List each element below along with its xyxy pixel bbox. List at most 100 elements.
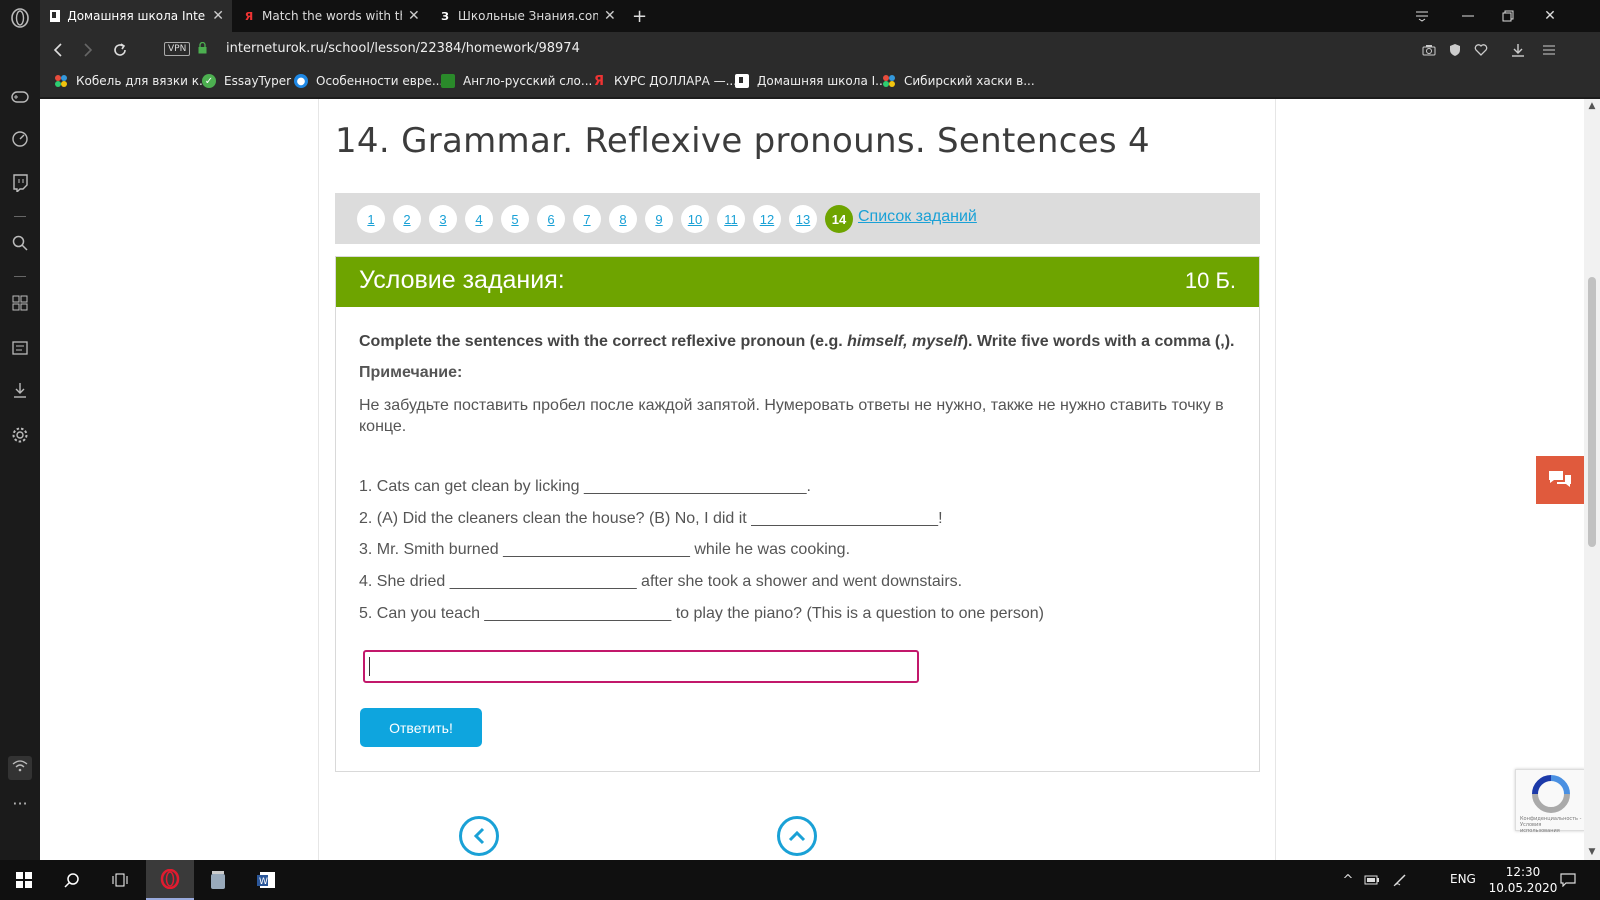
new-tab-button[interactable]: + bbox=[624, 0, 654, 32]
speed-dial-icon[interactable] bbox=[8, 130, 32, 154]
twitch-icon[interactable] bbox=[8, 174, 32, 198]
notifications-icon[interactable] bbox=[1558, 870, 1578, 890]
clock[interactable]: 12:30 10.05.2020 bbox=[1488, 864, 1558, 896]
chat-bubbles-icon bbox=[1549, 471, 1571, 487]
bookmark-label: Особенности евре... bbox=[316, 74, 444, 88]
word-icon[interactable]: W bbox=[242, 860, 290, 900]
forward-icon[interactable] bbox=[76, 38, 100, 62]
chat-button[interactable] bbox=[1536, 456, 1584, 504]
opera-taskbar-icon[interactable] bbox=[146, 860, 194, 900]
lesson-content: 14. Grammar. Reflexive pronouns. Sentenc… bbox=[318, 99, 1276, 860]
close-icon[interactable]: ✕ bbox=[212, 8, 224, 24]
submit-button[interactable]: Ответить! bbox=[360, 708, 482, 747]
minimize-icon[interactable] bbox=[1451, 0, 1485, 32]
bookmark-item[interactable]: Англо-русский сло... bbox=[441, 74, 592, 88]
gamepad-icon[interactable] bbox=[8, 87, 32, 111]
recaptcha-icon bbox=[1532, 775, 1570, 813]
page-link[interactable]: 3 bbox=[429, 205, 457, 233]
opera-logo-icon[interactable] bbox=[8, 8, 32, 32]
news-icon[interactable] bbox=[8, 338, 32, 362]
answer-input[interactable] bbox=[363, 650, 919, 683]
page-link[interactable]: 10 bbox=[681, 205, 709, 233]
task-view-icon[interactable] bbox=[96, 860, 144, 900]
page-link[interactable]: 9 bbox=[645, 205, 673, 233]
language-indicator[interactable]: ENG bbox=[1450, 872, 1476, 886]
sentence: 1. Cats can get clean by licking _______… bbox=[359, 478, 811, 495]
url-field[interactable]: interneturok.ru/school/lesson/22384/home… bbox=[226, 41, 580, 56]
browser-sidebar: ··· bbox=[0, 0, 40, 860]
recaptcha-badge[interactable]: Конфиденциальность - Условия использован… bbox=[1515, 769, 1584, 834]
downloads-icon[interactable] bbox=[8, 381, 32, 405]
grid-icon[interactable] bbox=[8, 294, 32, 318]
text-caret bbox=[369, 657, 370, 676]
bookmark-label: Домашняя школа I... bbox=[757, 74, 887, 88]
bookmark-item[interactable]: Домашняя школа I... bbox=[735, 74, 887, 88]
close-window-icon[interactable]: ✕ bbox=[1533, 0, 1567, 32]
page-link[interactable]: 7 bbox=[573, 205, 601, 233]
pen-icon[interactable] bbox=[1390, 870, 1410, 890]
svg-text:W: W bbox=[259, 877, 268, 887]
bookmark-item[interactable]: Я КУРС ДОЛЛАРА —... bbox=[592, 74, 737, 89]
wifi-icon[interactable] bbox=[8, 756, 32, 780]
adblock-shield-icon[interactable] bbox=[1443, 38, 1467, 62]
page-link[interactable]: 11 bbox=[717, 205, 745, 233]
task-list-link[interactable]: Список заданий bbox=[858, 208, 977, 226]
reload-icon[interactable] bbox=[108, 38, 132, 62]
page-link[interactable]: 13 bbox=[789, 205, 817, 233]
tab-znania[interactable]: З Школьные Знания.com - По ✕ bbox=[430, 0, 624, 32]
page-scrollbar[interactable]: ▲ ▼ bbox=[1584, 99, 1600, 860]
vpn-badge[interactable]: VPN bbox=[164, 42, 191, 56]
tab-match-words[interactable]: Я Match the words with the te ✕ bbox=[234, 0, 428, 32]
prev-arrow-icon[interactable] bbox=[459, 816, 499, 856]
dots-icon bbox=[882, 74, 896, 88]
tab-interneturok[interactable]: Домашняя школа InternetUrok ✕ bbox=[40, 0, 232, 32]
page-link[interactable]: 4 bbox=[465, 205, 493, 233]
tray-chevron-icon[interactable]: ^ bbox=[1338, 870, 1358, 890]
bookmarks-bar: Кобель для вязки к... ✓ EssayTyper ● Осо… bbox=[40, 68, 1600, 98]
page-link[interactable]: 1 bbox=[357, 205, 385, 233]
page-link[interactable]: 8 bbox=[609, 205, 637, 233]
scroll-thumb[interactable] bbox=[1588, 277, 1596, 547]
page-link[interactable]: 6 bbox=[537, 205, 565, 233]
search-icon[interactable] bbox=[8, 234, 32, 258]
task-points: 10 Б. bbox=[1184, 268, 1236, 293]
download-icon[interactable] bbox=[1506, 38, 1530, 62]
square-icon bbox=[441, 74, 455, 88]
task-header-title: Условие задания: bbox=[359, 266, 565, 294]
sentence: 5. Can you teach _____________________ t… bbox=[359, 605, 1044, 622]
more-dots-icon[interactable]: ··· bbox=[8, 792, 32, 816]
app-jar-icon[interactable] bbox=[194, 860, 242, 900]
battery-icon[interactable] bbox=[1362, 870, 1382, 890]
camera-icon[interactable] bbox=[1417, 38, 1441, 62]
bookmark-item[interactable]: Кобель для вязки к... bbox=[54, 74, 210, 88]
back-icon[interactable] bbox=[46, 38, 70, 62]
close-icon[interactable]: ✕ bbox=[408, 8, 420, 24]
search-icon[interactable] bbox=[48, 860, 96, 900]
easy-setup-icon[interactable] bbox=[1537, 38, 1561, 62]
page-viewport: 14. Grammar. Reflexive pronouns. Sentenc… bbox=[40, 99, 1584, 860]
task-box: Условие задания: 10 Б. Complete the sent… bbox=[335, 256, 1260, 772]
bookmark-item[interactable]: ● Особенности евре... bbox=[294, 74, 443, 88]
bookmark-item[interactable]: ✓ EssayTyper bbox=[202, 74, 291, 88]
bookmark-item[interactable]: Сибирский хаски в... bbox=[882, 74, 1035, 88]
scroll-up-icon[interactable]: ▲ bbox=[1587, 101, 1597, 111]
task-header: Условие задания: 10 Б. bbox=[336, 257, 1259, 307]
page-link[interactable]: 12 bbox=[753, 205, 781, 233]
globe-icon: ● bbox=[294, 74, 308, 88]
restore-icon[interactable] bbox=[1491, 0, 1525, 32]
note-label: Примечание: bbox=[359, 364, 463, 381]
dots-icon bbox=[54, 74, 68, 88]
windows-start-icon[interactable] bbox=[0, 860, 48, 900]
check-icon: ✓ bbox=[202, 74, 216, 88]
scroll-down-icon[interactable]: ▼ bbox=[1587, 847, 1597, 857]
page-link[interactable]: 2 bbox=[393, 205, 421, 233]
sentence: 4. She dried _____________________ after… bbox=[359, 573, 963, 590]
page-link-current[interactable]: 14 bbox=[825, 205, 853, 233]
heart-icon[interactable] bbox=[1469, 38, 1493, 62]
page-link[interactable]: 5 bbox=[501, 205, 529, 233]
settings-gear-icon[interactable] bbox=[8, 426, 32, 450]
tab-menu-icon[interactable] bbox=[1405, 0, 1439, 32]
close-icon[interactable]: ✕ bbox=[604, 8, 616, 24]
sentence: 3. Mr. Smith burned ____________________… bbox=[359, 541, 851, 558]
scroll-top-arrow-icon[interactable] bbox=[777, 816, 817, 856]
